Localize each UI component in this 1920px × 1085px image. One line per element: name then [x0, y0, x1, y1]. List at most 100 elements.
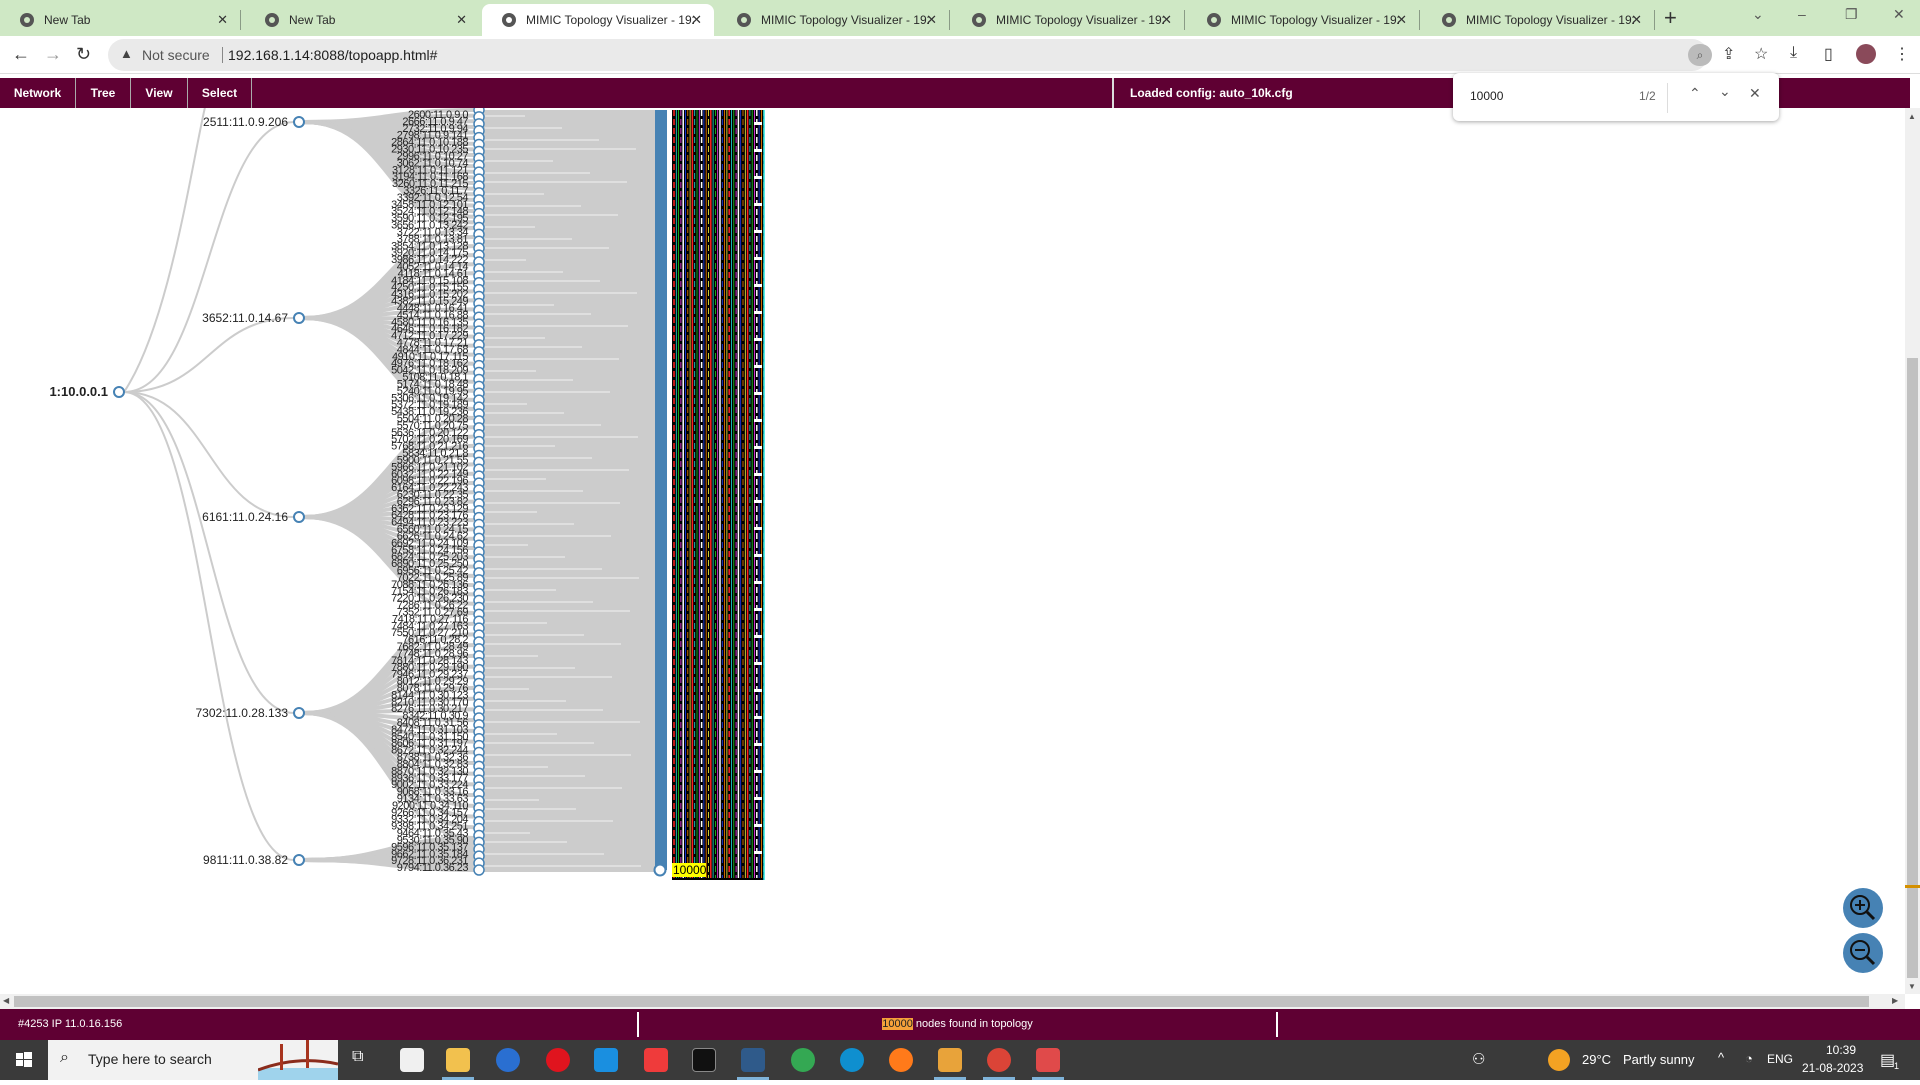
- app-64-icon[interactable]: [938, 1048, 962, 1072]
- scroll-down-arrow[interactable]: ▼: [1908, 982, 1916, 991]
- find-next-button[interactable]: ⌄: [1719, 83, 1731, 100]
- clock-date[interactable]: 21-08-2023: [1802, 1061, 1863, 1075]
- tab-title: New Tab: [289, 13, 459, 27]
- notifications-icon[interactable]: ▤: [1880, 1050, 1895, 1070]
- browser-tab[interactable]: New Tab ✕: [245, 4, 479, 36]
- horizontal-scroll-thumb[interactable]: [14, 996, 1869, 1007]
- level1-nodes: 2511:11.0.9.206 3652:11.0.14.67 6161:11.…: [195, 115, 304, 867]
- people-icon[interactable]: ⚇: [1472, 1050, 1485, 1068]
- level1-node[interactable]: [294, 855, 304, 865]
- minimize-button[interactable]: –: [1798, 6, 1806, 22]
- find-in-page-icon[interactable]: ⌕: [1688, 44, 1712, 66]
- thunderbird-icon[interactable]: [496, 1048, 520, 1072]
- deep-label-tick: [754, 851, 762, 854]
- close-tab-icon[interactable]: ✕: [926, 12, 937, 28]
- deep-label-tick: [754, 311, 762, 314]
- browser-tab[interactable]: New Tab ✕: [0, 4, 240, 36]
- bookmark-star-icon[interactable]: ☆: [1754, 44, 1768, 64]
- deep-node[interactable]: [655, 865, 666, 876]
- language-indicator[interactable]: ENG: [1767, 1052, 1793, 1066]
- find-close-button[interactable]: ✕: [1749, 85, 1761, 102]
- tab-search-icon[interactable]: ⌄: [1752, 6, 1764, 23]
- new-tab-button[interactable]: +: [1664, 5, 1677, 31]
- close-tab-icon[interactable]: ✕: [1161, 12, 1172, 28]
- deep-label-tick: [754, 365, 762, 368]
- browser-tab[interactable]: MIMIC Topology Visualizer - 192 ✕: [1187, 4, 1419, 36]
- find-previous-button[interactable]: ⌃: [1689, 85, 1701, 102]
- menu-select[interactable]: Select: [188, 78, 252, 108]
- deep-label-tick: [754, 500, 762, 503]
- task-view-icon[interactable]: ⧉: [352, 1048, 376, 1072]
- deep-label-tick: [754, 662, 762, 665]
- scroll-up-arrow[interactable]: ▲: [1908, 112, 1916, 121]
- root-node[interactable]: [114, 387, 124, 397]
- topology-canvas[interactable]: 2600:11.0.9.02666:11.0.9.472732:11.0.9.9…: [0, 108, 1905, 994]
- browser-tab-bar: New Tab ✕ New Tab ✕ MIMIC Topology Visua…: [0, 0, 1920, 36]
- close-tab-icon[interactable]: ✕: [1631, 12, 1642, 28]
- level1-node[interactable]: [294, 313, 304, 323]
- address-bar[interactable]: ▲ Not secure 192.168.1.14:8088/topoapp.h…: [108, 39, 1708, 71]
- warning-icon[interactable]: ▲: [120, 46, 133, 61]
- close-tab-icon[interactable]: ✕: [456, 12, 467, 28]
- edge-icon[interactable]: [840, 1048, 864, 1072]
- highlighted-node-label[interactable]: 10000: [673, 863, 707, 877]
- weather-icon[interactable]: [1548, 1049, 1570, 1071]
- leaf-node[interactable]: [474, 865, 484, 875]
- clock-time[interactable]: 10:39: [1816, 1043, 1866, 1057]
- anydesk-icon[interactable]: [644, 1048, 668, 1072]
- chrome-profile-icon[interactable]: [987, 1048, 1011, 1072]
- scroll-right-arrow[interactable]: ▶: [1892, 996, 1898, 1005]
- download-icon[interactable]: ⤓: [1790, 44, 1797, 62]
- taskbar-search[interactable]: ⌕ Type here to search: [48, 1040, 338, 1080]
- zoom-out-button[interactable]: [1843, 933, 1883, 973]
- topology-tree[interactable]: 2600:11.0.9.02666:11.0.9.472732:11.0.9.9…: [0, 108, 1905, 994]
- file-explorer-icon[interactable]: [446, 1048, 470, 1072]
- restore-button[interactable]: ❐: [1845, 6, 1858, 23]
- browser-tab[interactable]: MIMIC Topology Visualizer - 192 ✕: [952, 4, 1184, 36]
- leaf-nodes[interactable]: [474, 108, 484, 875]
- app-icon[interactable]: [1036, 1048, 1060, 1072]
- close-tab-icon[interactable]: ✕: [217, 12, 228, 28]
- wifi-icon[interactable]: ◔: [1745, 1051, 1753, 1066]
- close-window-button[interactable]: ✕: [1893, 6, 1905, 23]
- browser-tab[interactable]: MIMIC Topology Visualizer - 192 ✕: [1422, 4, 1654, 36]
- find-input[interactable]: 10000: [1470, 89, 1503, 103]
- scroll-left-arrow[interactable]: ◀: [3, 996, 9, 1005]
- show-hidden-icons[interactable]: ^: [1718, 1050, 1724, 1065]
- start-button[interactable]: [0, 1040, 48, 1080]
- vertical-scrollbar[interactable]: ▲ ▼: [1905, 108, 1920, 994]
- horizontal-scrollbar[interactable]: ◀ ▶: [0, 994, 1905, 1009]
- menu-network[interactable]: Network: [0, 78, 76, 108]
- mail-icon[interactable]: [594, 1048, 618, 1072]
- weather-temperature[interactable]: 29°C: [1582, 1052, 1611, 1067]
- zoom-in-button[interactable]: [1843, 888, 1883, 928]
- virtualbox-icon[interactable]: [741, 1048, 765, 1072]
- profile-avatar[interactable]: [1856, 44, 1876, 64]
- deep-label-tick: [754, 338, 762, 341]
- terminal-icon[interactable]: [692, 1048, 716, 1072]
- level1-node[interactable]: [294, 117, 304, 127]
- weather-text[interactable]: Partly sunny: [1623, 1052, 1695, 1067]
- browser-tab-active[interactable]: MIMIC Topology Visualizer - 192 ✕: [482, 4, 714, 36]
- reload-button[interactable]: ↻: [76, 44, 91, 65]
- search-placeholder: Type here to search: [88, 1051, 212, 1067]
- firefox-icon[interactable]: [889, 1048, 913, 1072]
- forward-button[interactable]: →: [44, 44, 62, 65]
- menu-kebab-icon[interactable]: ⋮: [1894, 44, 1910, 64]
- browser-tab[interactable]: MIMIC Topology Visualizer - 192 ✕: [717, 4, 949, 36]
- menu-tree[interactable]: Tree: [76, 78, 131, 108]
- microsoft-store-icon[interactable]: [400, 1048, 424, 1072]
- side-panel-icon[interactable]: ▯: [1824, 44, 1833, 64]
- share-icon[interactable]: ⇪: [1722, 44, 1735, 64]
- back-button[interactable]: ←: [12, 44, 30, 65]
- url-text[interactable]: 192.168.1.14:8088/topoapp.html#: [228, 47, 437, 63]
- security-label[interactable]: Not secure: [142, 47, 210, 63]
- close-tab-icon[interactable]: ✕: [1396, 12, 1407, 28]
- close-tab-icon[interactable]: ✕: [691, 12, 702, 28]
- opera-icon[interactable]: [546, 1048, 570, 1072]
- chrome-icon[interactable]: [791, 1048, 815, 1072]
- root-node-label: 1:10.0.0.1: [49, 384, 108, 399]
- level1-node[interactable]: [294, 708, 304, 718]
- menu-view[interactable]: View: [131, 78, 188, 108]
- level1-node[interactable]: [294, 512, 304, 522]
